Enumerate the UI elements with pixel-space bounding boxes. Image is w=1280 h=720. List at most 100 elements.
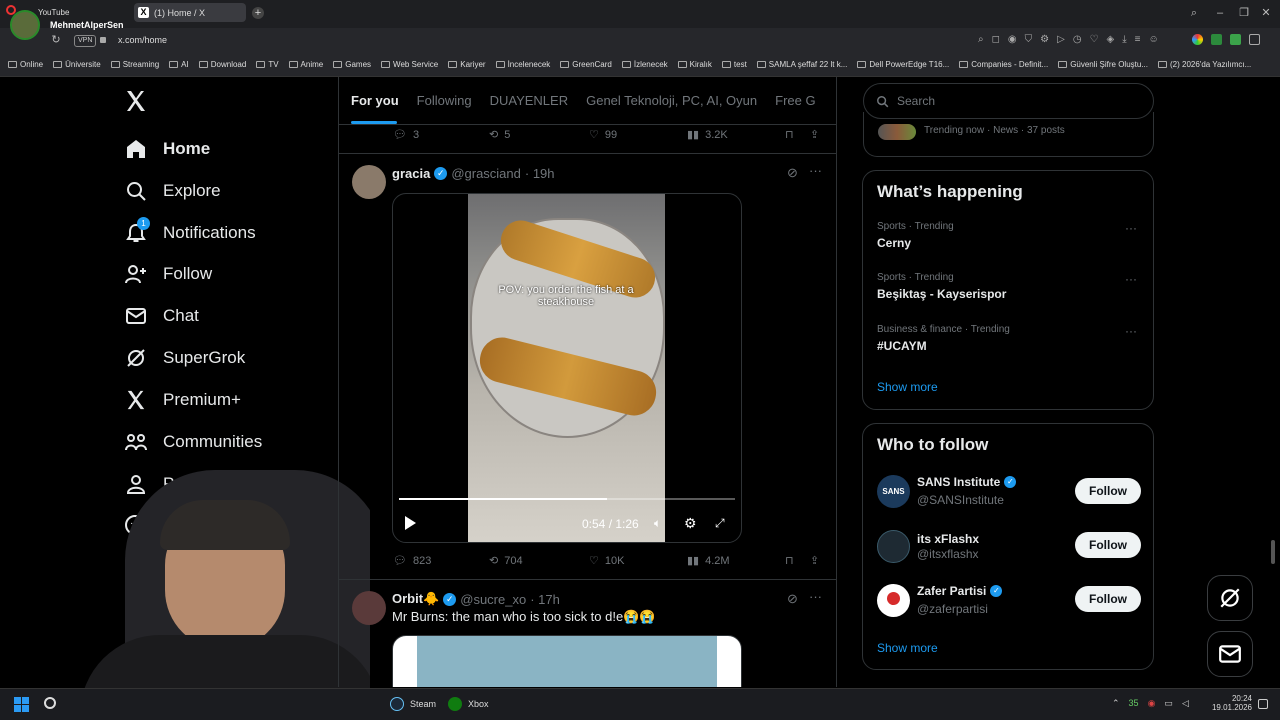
post1-bookmark-icon[interactable]: ⊓ [785,554,794,567]
video-play-icon[interactable] [405,516,416,530]
page-scrollbar[interactable] [1271,540,1275,564]
history-icon[interactable]: ◷ [1073,34,1082,45]
bookmark-item[interactable]: SAMLA şeffaf 22 lt k... [756,60,847,69]
post2-time[interactable]: · 17h [530,592,560,607]
bookmark-icon[interactable]: ◈ [1107,34,1115,45]
vpn-badge[interactable]: VPN [74,35,97,47]
tab-duayenler[interactable]: DUAYENLER [490,93,569,108]
trend-more-icon[interactable]: ··· [1125,324,1137,338]
suggestion-avatar[interactable] [877,584,910,617]
account-icon[interactable]: ☺ [1149,34,1159,45]
post1-share-icon[interactable]: ⇪ [810,554,819,567]
suggestion-handle[interactable]: @zaferpartisi [917,602,988,616]
bookmark-item[interactable]: Web Service [381,60,438,69]
video-settings-icon[interactable]: ⚙ [684,515,697,532]
taskbar-clock[interactable]: 20:24 19.01.2026 [1210,694,1252,712]
tab-free[interactable]: Free G [775,93,815,108]
nav-home[interactable]: Home [125,134,210,164]
new-tab-icon[interactable]: + [252,7,264,19]
close-window-icon[interactable]: ✕ [1260,7,1272,19]
post1-reply[interactable]: 💬︎ 823 [393,554,431,568]
prev-reply[interactable]: 💬︎ 3 [393,128,419,142]
follow-button[interactable]: Follow [1075,478,1141,504]
tab-genel-teknoloji[interactable]: Genel Teknoloji, PC, AI, Oyun [586,93,757,108]
download-icon[interactable]: ⤓ [1122,34,1126,45]
nav-notifications[interactable]: 1 Notifications [125,217,256,248]
author-handle[interactable]: @grasciand [451,166,521,181]
post2-avatar[interactable] [352,591,386,625]
post1-views[interactable]: ▮▮ 4.2M [687,554,730,568]
follow-button[interactable]: Follow [1075,586,1141,612]
volume-tray-icon[interactable]: ◁ [1182,698,1189,709]
show-more-follow-link[interactable]: Show more [877,641,938,655]
nav-premium[interactable]: Premium+ [125,385,241,415]
prev-views[interactable]: ▮▮ 3.2K [687,128,728,142]
trend-item[interactable]: Business & finance · Trending #UCAYM ··· [877,324,1141,353]
bookmark-item[interactable]: Online [8,60,43,69]
bookmark-item[interactable]: Kiralık [677,60,712,69]
suggestion-handle[interactable]: @itsxflashx [917,547,979,561]
heart-icon[interactable]: ♡ [1090,34,1099,45]
post-avatar[interactable] [352,165,386,199]
prev-share-icon[interactable]: ⇪ [810,128,819,141]
network-icon[interactable]: ▭ [1164,698,1173,709]
volume-icon[interactable]: 🔈︎ [654,516,661,531]
profile-avatar[interactable] [10,10,40,40]
bookmark-item[interactable]: (2) 2026'da Yazılımcı... [1158,60,1251,69]
suggestion-name[interactable]: its xFlashx [917,532,979,546]
post2-media[interactable] [392,635,742,687]
windows-start-icon[interactable] [14,697,29,712]
tray-app-icon[interactable]: ◉ [1148,698,1156,709]
settings-icon[interactable]: ⚙ [1040,34,1049,45]
fullscreen-icon[interactable]: ⤢ [715,516,725,531]
post1-repost[interactable]: ⟲ 704 [489,554,523,568]
bookmark-item[interactable]: İncelenecek [495,60,550,69]
zoom-icon[interactable]: ⌕ [978,34,984,45]
bookmark-item[interactable]: GreenCard [560,60,612,69]
notification-center-icon[interactable] [1258,699,1268,709]
tray-number[interactable]: 35 [1129,698,1139,709]
post-time[interactable]: · 19h [525,166,555,181]
author-name[interactable]: gracia [392,166,430,181]
camera-icon[interactable]: ◉ [1008,34,1017,45]
grok-floating-button[interactable] [1207,575,1253,621]
bookmark-item[interactable]: Dell PowerEdge T16... [857,60,949,69]
grok-post-icon[interactable]: ⊘ [787,591,798,607]
bookmark-item[interactable]: Companies - Definit... [959,60,1048,69]
show-more-trends-link[interactable]: Show more [877,380,938,394]
url-field[interactable]: x.com/home [118,35,167,45]
shield-icon[interactable]: ⛉ [1025,34,1033,45]
tray-chevron-icon[interactable]: ⌃ [1112,698,1120,709]
trending-now-box[interactable]: Trending now · News · 37 posts [863,112,1154,157]
bookmark-item[interactable]: İzlenecek [621,60,668,69]
taskbar-steam[interactable]: Steam [390,697,436,711]
taskbar-search-icon[interactable] [44,697,56,709]
bookmark-item[interactable]: Güvenli Şifre Oluştu... [1058,60,1148,69]
bookmark-item[interactable]: Download [198,60,246,69]
video-progress-track[interactable] [399,498,735,500]
bookmark-item[interactable]: TV [256,60,279,69]
messages-floating-button[interactable] [1207,631,1253,677]
tab-for-you[interactable]: For you [351,93,399,108]
grok-post-icon[interactable]: ⊘ [787,165,798,181]
color-extension-icon[interactable] [1192,34,1203,45]
suggestion-name[interactable]: Zafer Partisi [917,584,986,598]
bookmark-item[interactable]: test [721,60,747,69]
prev-bookmark-icon[interactable]: ⊓ [785,128,794,141]
suggestion-handle[interactable]: @SANSInstitute [917,493,1004,507]
puzzle-extension-icon[interactable] [1249,34,1260,45]
prev-repost[interactable]: ⟲ 5 [489,128,510,142]
prev-like[interactable]: ♡ 99 [589,128,617,142]
trend-item[interactable]: Sports · Trending Beşiktaş - Kayserispor… [877,272,1141,301]
nav-chat[interactable]: Chat [125,301,199,331]
bookmark-item[interactable]: Games [333,60,371,69]
bookmark-item[interactable]: Anime [288,60,323,69]
suggestion-avatar[interactable]: SANS [877,475,910,508]
maximize-icon[interactable]: ❐ [1238,7,1250,19]
trend-more-icon[interactable]: ··· [1125,272,1137,286]
video-player[interactable]: POV: you order the fish at a steakhouse … [392,193,742,543]
menu-icon[interactable]: ≡ [1135,34,1141,45]
nav-communities[interactable]: Communities [125,427,262,457]
nav-supergrok[interactable]: SuperGrok [125,343,245,373]
bookmark-item[interactable]: Streaming [110,60,159,69]
